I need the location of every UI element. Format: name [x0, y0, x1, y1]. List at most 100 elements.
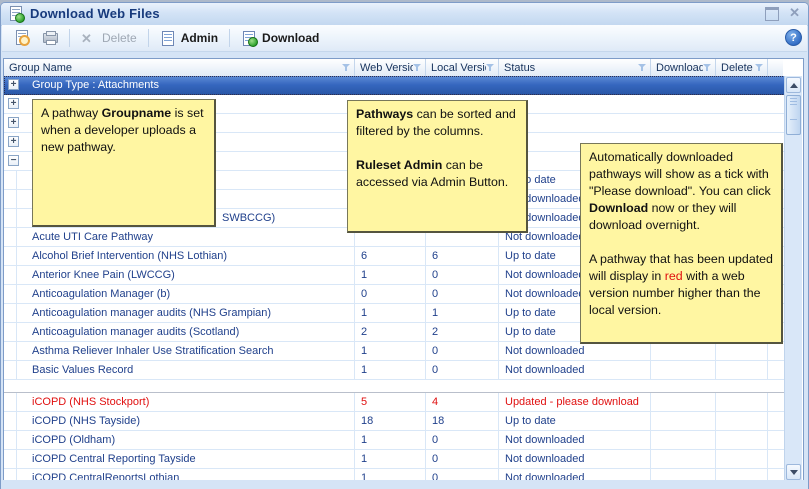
delete-cell — [716, 361, 768, 379]
local-version-cell: 2 — [426, 323, 499, 341]
close-window-icon[interactable]: ✕ — [789, 7, 800, 21]
local-version-cell: 4 — [426, 393, 499, 411]
note-text: Automatically downloaded pathways will s… — [589, 150, 771, 198]
filter-funnel-icon[interactable] — [755, 63, 764, 72]
filler-cell — [768, 361, 785, 379]
column-header-name[interactable]: Group Name — [4, 59, 355, 76]
web-version-cell: 0 — [355, 285, 426, 303]
pathway-name-cell: Anticoagulation manager audits (NHS Gram… — [4, 304, 355, 322]
column-header-label: Local Version — [431, 62, 486, 74]
delete-cell — [716, 342, 768, 360]
admin-button[interactable]: Admin — [154, 28, 224, 48]
window-titlebar: Download Web Files ✕ — [1, 3, 808, 26]
column-header-del[interactable]: Delete — [716, 59, 768, 76]
column-header-label: Group Name — [9, 62, 72, 74]
pathway-name-cell: Asthma Reliever Inhaler Use Stratificati… — [4, 342, 355, 360]
download-button[interactable]: Download — [235, 28, 325, 48]
web-version-cell: 1 — [355, 431, 426, 449]
collapse-icon[interactable]: − — [8, 155, 19, 166]
download-form-icon — [241, 30, 257, 46]
expand-icon[interactable]: + — [8, 98, 19, 109]
pathway-row[interactable]: Asthma Reliever Inhaler Use Stratificati… — [4, 342, 785, 361]
column-header-web[interactable]: Web Version — [355, 59, 426, 76]
filler-cell — [768, 393, 785, 411]
column-header-label: Download — [656, 62, 703, 74]
web-version-cell: 1 — [355, 450, 426, 468]
scrollbar-up-button[interactable] — [786, 77, 801, 93]
note-bold-text: Download — [589, 201, 648, 215]
column-header-label: Web Version — [360, 62, 413, 74]
download-cell — [651, 431, 716, 449]
pathway-row[interactable]: iCOPD (NHS Stockport)54Updated - please … — [4, 393, 785, 412]
globe-icon — [248, 37, 258, 47]
local-version-cell: 0 — [426, 450, 499, 468]
download-cell — [651, 450, 716, 468]
status-cell: Updated - please download — [499, 393, 651, 411]
delete-x-icon: ✕ — [81, 30, 97, 46]
globe-icon — [15, 13, 25, 23]
delete-cell — [716, 412, 768, 430]
filter-funnel-icon[interactable] — [413, 63, 422, 72]
note-red-text: red — [665, 269, 683, 283]
download-cell — [651, 412, 716, 430]
restore-window-icon[interactable] — [765, 7, 779, 21]
download-cell — [651, 342, 716, 360]
pathway-row[interactable]: iCOPD (NHS Tayside)1818Up to date — [4, 412, 785, 431]
column-header-down[interactable]: Download — [651, 59, 716, 76]
web-version-cell: 6 — [355, 247, 426, 265]
status-cell: Not downloaded — [499, 431, 651, 449]
pathway-row[interactable]: Basic Values Record10Not downloaded — [4, 361, 785, 380]
pathway-name-cell: Anticoagulation Manager (b) — [4, 285, 355, 303]
web-version-cell: 5 — [355, 393, 426, 411]
pathway-name-cell: Anterior Knee Pain (LWCCG) — [4, 266, 355, 284]
filter-funnel-icon[interactable] — [638, 63, 647, 72]
sticky-note-auto-download: Automatically downloaded pathways will s… — [580, 143, 783, 344]
column-header-label: Delete — [721, 62, 753, 74]
expand-icon[interactable]: + — [8, 136, 19, 147]
app-icon — [8, 6, 24, 22]
sticky-note-sorting-admin: Pathways can be sorted and filtered by t… — [347, 100, 528, 233]
help-button[interactable]: ? — [785, 29, 802, 46]
web-version-cell: 1 — [355, 342, 426, 360]
local-version-cell: 0 — [426, 266, 499, 284]
filter-funnel-icon[interactable] — [342, 63, 351, 72]
expand-icon[interactable]: + — [8, 79, 19, 90]
download-button-label: Download — [262, 31, 319, 45]
status-cell: Not downloaded — [499, 342, 651, 360]
web-version-cell: 1 — [355, 266, 426, 284]
status-cell: Not downloaded — [499, 450, 651, 468]
column-header-status[interactable]: Status — [499, 59, 651, 76]
pathway-name-cell: Anticoagulation manager audits (Scotland… — [4, 323, 355, 341]
toolbar-separator — [69, 29, 70, 47]
pathway-name-cell: Acute UTI Care Pathway — [4, 228, 355, 246]
vertical-scrollbar[interactable] — [784, 76, 802, 481]
web-version-cell: 1 — [355, 304, 426, 322]
print-button[interactable] — [36, 28, 64, 48]
print-preview-icon — [14, 30, 30, 46]
group-divider — [4, 380, 785, 393]
filter-funnel-icon[interactable] — [486, 63, 495, 72]
note-bold-text: Ruleset Admin — [356, 158, 442, 172]
pathway-row[interactable]: iCOPD Central Reporting Tayside10Not dow… — [4, 450, 785, 469]
scrollbar-thumb[interactable] — [786, 95, 801, 135]
column-header-local[interactable]: Local Version — [426, 59, 499, 76]
group-row[interactable]: +Group Type : Attachments — [4, 76, 785, 95]
pathway-name-cell: iCOPD (Oldham) — [4, 431, 355, 449]
filler-cell — [768, 450, 785, 468]
filter-funnel-icon[interactable] — [703, 63, 712, 72]
delete-button-label: Delete — [102, 31, 137, 45]
column-header-filler — [768, 59, 785, 76]
delete-cell — [716, 431, 768, 449]
scrollbar-down-button[interactable] — [786, 464, 801, 480]
pathway-name-cell: iCOPD (NHS Tayside) — [4, 412, 355, 430]
web-version-cell: 2 — [355, 323, 426, 341]
delete-button[interactable]: ✕ Delete — [75, 28, 143, 48]
print-preview-button[interactable] — [8, 28, 36, 48]
pathway-name-cell: iCOPD (NHS Stockport) — [4, 393, 355, 411]
arrow-up-icon — [790, 83, 798, 88]
note-bold-text: Groupname — [102, 106, 172, 120]
filler-cell — [768, 431, 785, 449]
pathway-row[interactable]: iCOPD (Oldham)10Not downloaded — [4, 431, 785, 450]
status-cell: Up to date — [499, 412, 651, 430]
expand-icon[interactable]: + — [8, 117, 19, 128]
